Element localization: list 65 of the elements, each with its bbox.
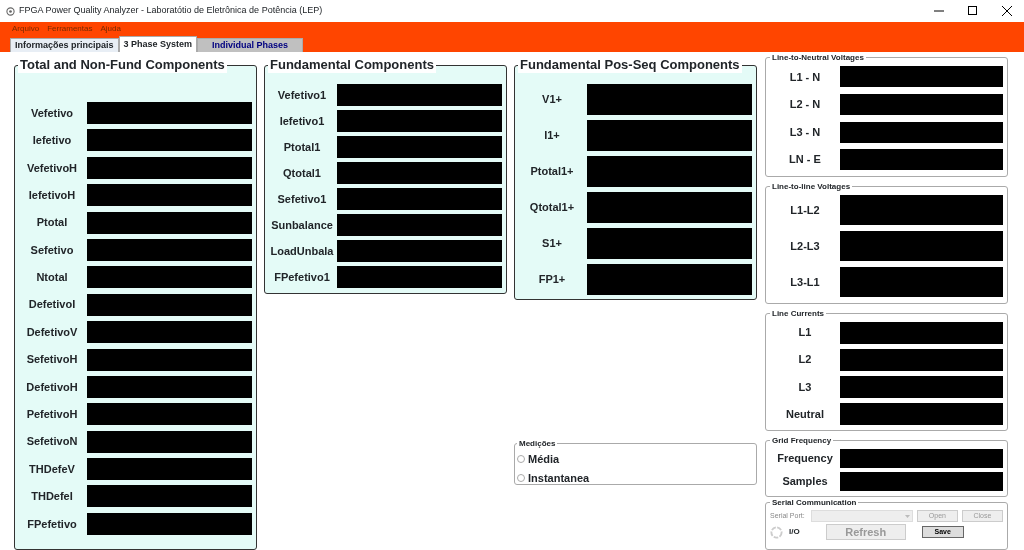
field-label: LoadUnbala bbox=[269, 243, 335, 259]
field-label: V1+ bbox=[541, 92, 563, 108]
tab[interactable]: Informações principais bbox=[10, 38, 119, 52]
field-label: IefetivoH bbox=[27, 187, 77, 203]
field-label: Sefetivo1 bbox=[276, 191, 328, 207]
field-label: Iefetivo bbox=[31, 133, 73, 149]
caret-icon bbox=[904, 514, 910, 518]
field-label: Qtotal1+ bbox=[528, 200, 576, 216]
field-label: THDefeV bbox=[28, 461, 76, 477]
field-label: Vefetivo bbox=[29, 105, 75, 121]
field-label: VefetivoH bbox=[25, 160, 79, 176]
group-title: Medições bbox=[517, 438, 558, 449]
group-title: Line-to-Neutral Voltages bbox=[770, 52, 866, 63]
field-label: Sefetivo bbox=[29, 242, 75, 258]
field-label: FPefetivo bbox=[26, 516, 78, 532]
field-label: FPefetivo1 bbox=[273, 269, 331, 285]
field-label: Neutral bbox=[785, 406, 825, 422]
field-label: Ptotal1+ bbox=[529, 164, 575, 180]
field-label: L1 - N bbox=[788, 69, 822, 85]
field-label: L3 bbox=[797, 379, 813, 395]
field-label: L3 - N bbox=[788, 124, 822, 140]
field-label: DefetivoI bbox=[27, 297, 77, 313]
field-label: Qtotal1 bbox=[282, 165, 322, 181]
panel-title: Fundamental Components bbox=[268, 57, 436, 73]
menu-item[interactable]: Ferramentas bbox=[47, 23, 93, 35]
field-label: THDefeI bbox=[30, 489, 74, 505]
group-title: Line-to-line Voltages bbox=[770, 181, 853, 193]
field-label: Vefetivo1 bbox=[276, 87, 328, 103]
field-label: Ptotal bbox=[35, 215, 69, 231]
field-label: L3-L1 bbox=[789, 274, 821, 290]
field-label: L1-L2 bbox=[789, 203, 821, 219]
field-label: I1+ bbox=[543, 128, 561, 144]
group-title: Grid Frequency bbox=[770, 435, 834, 447]
field-label: DefetivoV bbox=[25, 324, 79, 340]
spinner-icon bbox=[770, 525, 783, 539]
menu-item[interactable]: Arquivo bbox=[12, 23, 40, 35]
tab[interactable]: Individual Phases bbox=[197, 38, 304, 52]
field-label: Frequency bbox=[776, 450, 834, 466]
field-label: Ptotal1 bbox=[282, 139, 322, 155]
field-label: L2 - N bbox=[788, 97, 822, 113]
field-label: Ntotal bbox=[35, 270, 69, 286]
field-label: Samples bbox=[781, 474, 829, 490]
field-label: LN - E bbox=[788, 152, 822, 168]
radio-button[interactable] bbox=[517, 473, 525, 482]
field-label: L1 bbox=[797, 325, 813, 341]
field-label: L2-L3 bbox=[789, 238, 821, 254]
radio-label: Média bbox=[528, 452, 560, 467]
field-label: FP1+ bbox=[537, 272, 567, 288]
app-icon bbox=[6, 6, 15, 16]
field-label: SefetivoH bbox=[25, 352, 79, 368]
menu-item[interactable]: Ajuda bbox=[100, 23, 121, 35]
radio-label: Instantanea bbox=[528, 470, 590, 486]
field-label: SefetivoN bbox=[25, 434, 79, 450]
field-label: DefetivoH bbox=[25, 379, 79, 395]
radio-button[interactable] bbox=[517, 455, 525, 464]
field-label: S1+ bbox=[541, 236, 563, 252]
tab[interactable]: 3 Phase System bbox=[118, 36, 198, 52]
panel-title: Total and Non-Fund Components bbox=[18, 57, 227, 73]
io-label: I/O bbox=[789, 526, 800, 539]
field-label: PefetivoH bbox=[25, 407, 79, 423]
window-title: FPGA Power Quality Analyzer - Laboratótio de Eletrônica de Potência (LEP) bbox=[19, 4, 323, 18]
field-label: Iefetivo1 bbox=[278, 113, 326, 129]
field-label: L2 bbox=[797, 352, 813, 368]
panel-title: Fundamental Pos-Seq Components bbox=[518, 57, 742, 73]
field-label: Sunbalance bbox=[270, 217, 334, 233]
